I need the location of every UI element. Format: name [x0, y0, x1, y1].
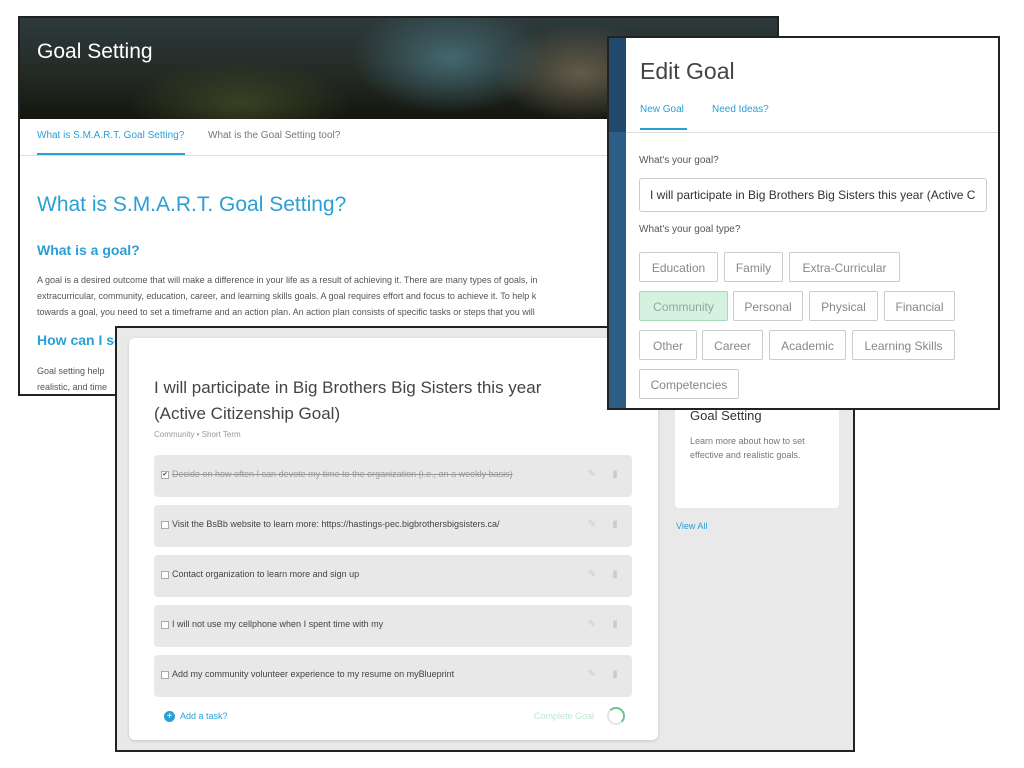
trash-icon[interactable]: ▮	[609, 469, 621, 481]
goal-type-academic[interactable]: Academic	[769, 330, 846, 360]
goal-type-learning-skills[interactable]: Learning Skills	[852, 330, 955, 360]
progress-ring-icon	[607, 707, 625, 725]
checkbox-icon[interactable]	[161, 621, 169, 629]
task-text: Add my community volunteer experience to…	[172, 669, 455, 679]
task-text: Visit the BsBb website to learn more: ht…	[172, 519, 500, 529]
active-tab-indicator	[640, 128, 687, 130]
tab-smart-goal-setting[interactable]: What is S.M.A.R.T. Goal Setting?	[37, 130, 184, 141]
task-text: Contact organization to learn more and s…	[172, 569, 360, 579]
goal-card: I will participate in Big Brothers Big S…	[129, 338, 658, 740]
goal-input[interactable]	[639, 178, 987, 212]
goal-type-education[interactable]: Education	[639, 252, 718, 282]
page-title: Goal Setting	[37, 40, 153, 63]
goal-question-label: What's your goal?	[639, 155, 719, 166]
goal-type-career[interactable]: Career	[702, 330, 763, 360]
goal-type-financial[interactable]: Financial	[884, 291, 955, 321]
pencil-icon[interactable]: ✎	[586, 569, 598, 581]
goal-setting-paragraph: Goal setting help realistic, and time	[37, 363, 108, 394]
goal-setting-resource-card[interactable]: Goal Setting Learn more about how to set…	[675, 398, 839, 508]
pencil-icon[interactable]: ✎	[586, 669, 598, 681]
add-task-button[interactable]: + Add a task?	[164, 711, 228, 723]
resource-description: Learn more about how to set effective an…	[690, 436, 805, 460]
pencil-icon[interactable]: ✎	[586, 619, 598, 631]
goal-type-family[interactable]: Family	[724, 252, 783, 282]
task-text: I will not use my cellphone when I spent…	[172, 619, 384, 629]
goal-type-extra-curricular[interactable]: Extra-Curricular	[789, 252, 900, 282]
checkbox-icon[interactable]: ✔	[161, 471, 169, 479]
task-item: I will not use my cellphone when I spent…	[154, 605, 632, 647]
goal-type-physical[interactable]: Physical	[809, 291, 878, 321]
edit-goal-modal: Edit Goal New Goal Need Ideas? What's yo…	[626, 38, 998, 408]
subheading-how-can-i: How can I se	[37, 332, 122, 348]
sidebar-strip-header	[609, 38, 626, 132]
pencil-icon[interactable]: ✎	[586, 519, 598, 531]
trash-icon[interactable]: ▮	[609, 519, 621, 531]
pencil-icon[interactable]: ✎	[586, 469, 598, 481]
task-item: Visit the BsBb website to learn more: ht…	[154, 505, 632, 547]
trash-icon[interactable]: ▮	[609, 569, 621, 581]
tab-new-goal[interactable]: New Goal	[640, 104, 684, 115]
active-tab-indicator	[37, 153, 185, 155]
view-all-link[interactable]: View All	[676, 521, 707, 531]
goal-type-competencies[interactable]: Competencies	[639, 369, 739, 399]
checkbox-icon[interactable]	[161, 571, 169, 579]
edit-goal-window: Edit Goal New Goal Need Ideas? What's yo…	[607, 36, 1000, 410]
add-task-label: Add a task?	[180, 711, 228, 721]
complete-goal-button[interactable]: Complete Goal	[534, 711, 594, 721]
section-heading: What is S.M.A.R.T. Goal Setting?	[37, 193, 347, 216]
resource-title: Goal Setting	[690, 408, 762, 423]
trash-icon[interactable]: ▮	[609, 619, 621, 631]
paragraph-line: realistic, and time	[37, 382, 108, 392]
checkbox-icon[interactable]	[161, 521, 169, 529]
goal-type-community[interactable]: Community	[639, 291, 728, 321]
trash-icon[interactable]: ▮	[609, 669, 621, 681]
plus-circle-icon: +	[164, 711, 175, 723]
paragraph-line: Goal setting help	[37, 366, 105, 376]
modal-title: Edit Goal	[640, 58, 735, 84]
tabs-divider	[626, 132, 998, 133]
goal-meta: Community • Short Term	[154, 430, 241, 439]
checkbox-icon[interactable]	[161, 671, 169, 679]
task-item: ✔ Decide on how often I can devote my ti…	[154, 455, 632, 497]
subheading-what-is-goal: What is a goal?	[37, 242, 140, 258]
task-item: Contact organization to learn more and s…	[154, 555, 632, 597]
task-text: Decide on how often I can devote my time…	[172, 469, 513, 479]
goal-title: I will participate in Big Brothers Big S…	[154, 378, 542, 423]
goal-type-other[interactable]: Other	[639, 330, 697, 360]
tab-goal-setting-tool[interactable]: What is the Goal Setting tool?	[208, 130, 340, 141]
goal-type-label: What's your goal type?	[639, 224, 741, 235]
goal-type-personal[interactable]: Personal	[733, 291, 803, 321]
task-item: Add my community volunteer experience to…	[154, 655, 632, 697]
tab-need-ideas[interactable]: Need Ideas?	[712, 104, 769, 115]
